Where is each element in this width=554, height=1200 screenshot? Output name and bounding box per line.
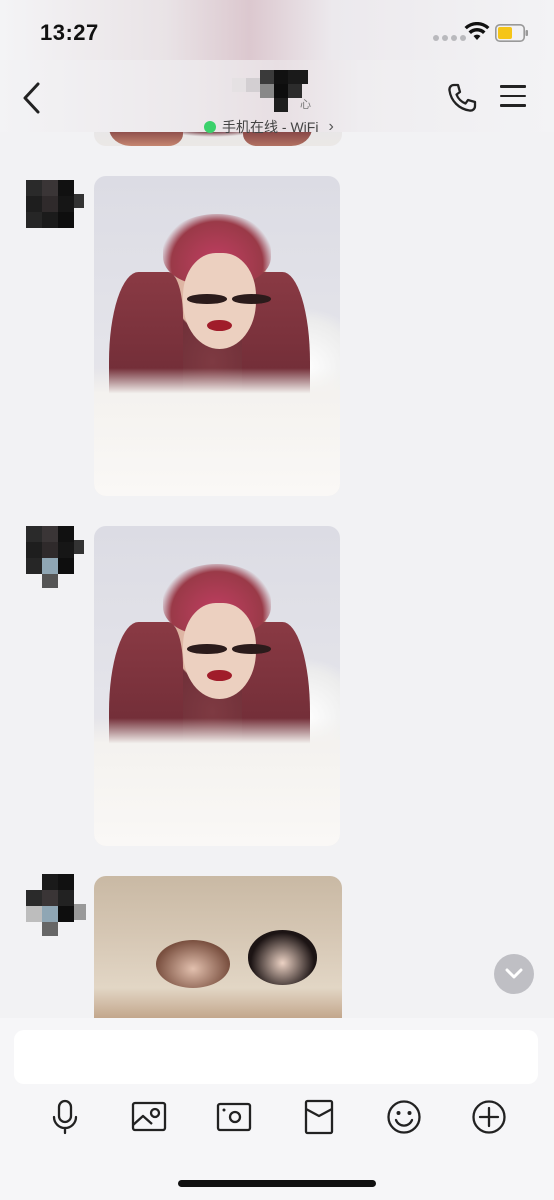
phone-icon[interactable] xyxy=(446,82,478,114)
chat-area[interactable] xyxy=(0,0,554,1018)
input-toolbar xyxy=(0,1098,554,1138)
camera-icon[interactable] xyxy=(215,1098,253,1136)
menu-icon[interactable] xyxy=(500,85,526,109)
image-message[interactable] xyxy=(94,526,340,846)
avatar[interactable] xyxy=(26,526,86,588)
scroll-to-bottom-button[interactable] xyxy=(494,954,534,994)
microphone-icon[interactable] xyxy=(46,1098,84,1136)
red-packet-icon[interactable] xyxy=(300,1098,338,1136)
online-status-label: 手机在线 - WiFi xyxy=(222,119,319,135)
wifi-icon xyxy=(464,22,490,40)
image-message[interactable] xyxy=(94,876,342,1018)
cellular-signal-icon xyxy=(433,35,466,41)
online-dot-icon xyxy=(204,121,216,133)
home-indicator xyxy=(178,1180,376,1187)
message-input[interactable] xyxy=(14,1030,538,1084)
image-icon[interactable] xyxy=(130,1098,168,1136)
avatar[interactable] xyxy=(26,180,86,240)
input-area xyxy=(0,1018,554,1200)
image-message[interactable] xyxy=(94,176,340,496)
avatar[interactable] xyxy=(26,874,86,936)
plus-icon[interactable] xyxy=(470,1098,508,1136)
online-status[interactable]: 手机在线 - WiFi › xyxy=(204,117,334,137)
emoji-icon[interactable] xyxy=(385,1098,423,1136)
battery-icon xyxy=(495,24,528,42)
back-icon[interactable] xyxy=(18,80,48,116)
chevron-right-icon: › xyxy=(328,118,334,135)
nav-bar: 心 手机在线 - WiFi › xyxy=(0,60,554,135)
status-time: 13:27 xyxy=(40,20,99,45)
chevron-down-icon xyxy=(505,968,523,979)
status-bar: 13:27 xyxy=(0,0,554,60)
contact-name-fragment: 心 xyxy=(300,99,311,111)
